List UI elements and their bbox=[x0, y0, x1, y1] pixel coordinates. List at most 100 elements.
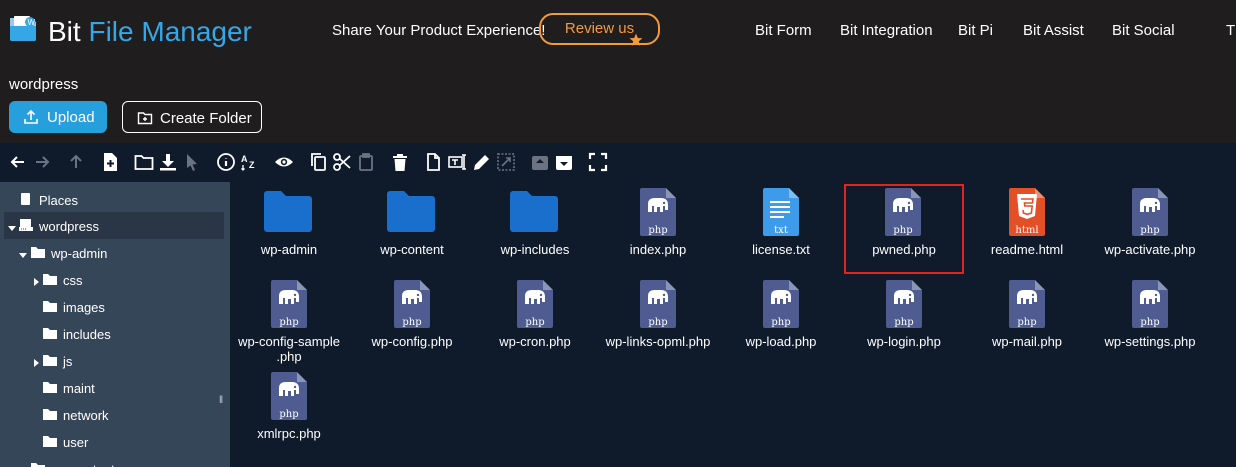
download-icon[interactable] bbox=[158, 152, 178, 172]
file-name-label: w bbox=[1213, 334, 1236, 349]
tree-item-js[interactable]: js bbox=[0, 347, 230, 374]
file-item-wp-mail-php[interactable]: php wp-mail.php bbox=[967, 276, 1087, 366]
caret-down-icon[interactable] bbox=[18, 248, 28, 258]
delete-icon[interactable] bbox=[390, 152, 410, 172]
file-item-wp-b[interactable]: phpwp-b bbox=[1213, 184, 1236, 274]
file-item-readme-html[interactable]: html readme.html bbox=[967, 184, 1087, 274]
star-icon bbox=[629, 29, 643, 46]
nav-link-bit-social[interactable]: Bit Social bbox=[1112, 22, 1175, 39]
brand-title-part2: File Manager bbox=[88, 16, 252, 47]
file-item-wp-content[interactable]: wp-content bbox=[352, 184, 472, 274]
nav-link-truncated[interactable]: Th bbox=[1226, 22, 1236, 39]
rename-icon[interactable] bbox=[448, 152, 468, 172]
file-item-wp-links-opml-php[interactable]: php wp-links-opml.php bbox=[598, 276, 718, 366]
tree-item-user[interactable]: user bbox=[0, 428, 230, 455]
back-icon[interactable] bbox=[8, 152, 28, 172]
nav-link-bit-assist[interactable]: Bit Assist bbox=[1023, 22, 1084, 39]
places-header[interactable]: Places bbox=[0, 186, 230, 213]
php-file-icon: php bbox=[763, 280, 799, 328]
review-us-button[interactable]: Review us bbox=[539, 13, 660, 46]
up-icon[interactable] bbox=[66, 152, 86, 172]
extract-icon[interactable] bbox=[530, 152, 550, 172]
duplicate-icon[interactable] bbox=[424, 152, 444, 172]
file-item-wp-settings-php[interactable]: php wp-settings.php bbox=[1090, 276, 1210, 366]
info-icon[interactable] bbox=[216, 152, 236, 172]
copy-icon[interactable] bbox=[308, 152, 328, 172]
file-name-label: wp-links-opml.php bbox=[605, 334, 711, 349]
folder-icon bbox=[42, 353, 58, 367]
tree-label-css: css bbox=[63, 273, 83, 288]
folder-icon bbox=[30, 461, 46, 467]
folder-plus-icon bbox=[137, 110, 153, 126]
tree-item-wordpress[interactable]: wordpress bbox=[4, 212, 224, 239]
nav-link-bit-integration[interactable]: Bit Integration bbox=[840, 22, 933, 39]
svg-text:php: php bbox=[279, 409, 298, 420]
php-file-icon: php bbox=[640, 188, 676, 236]
svg-text:php: php bbox=[648, 317, 667, 328]
file-item-wp-activate-php[interactable]: php wp-activate.php bbox=[1090, 184, 1210, 274]
file-name-label: wp-cron.php bbox=[499, 334, 571, 349]
resize-icon[interactable] bbox=[496, 152, 516, 172]
caret-right-icon[interactable] bbox=[31, 275, 41, 286]
file-name-label: pwned.php bbox=[872, 242, 936, 257]
file-name-label: wp-load.php bbox=[745, 334, 817, 349]
txt-file-icon: txt bbox=[763, 188, 799, 236]
file-item-license-txt[interactable]: txt license.txt bbox=[721, 184, 841, 274]
file-item-xmlrpc-php[interactable]: php xmlrpc.php bbox=[229, 368, 349, 458]
file-item-wp-config-sample-php[interactable]: php wp-config-sample .php bbox=[229, 276, 349, 366]
svg-text:W: W bbox=[28, 18, 36, 27]
folder-icon bbox=[42, 380, 58, 394]
tree-label-wp-admin: wp-admin bbox=[51, 246, 108, 261]
cut-icon[interactable] bbox=[332, 152, 352, 172]
caret-right-icon[interactable] bbox=[31, 356, 41, 367]
file-item-wp-admin[interactable]: wp-admin bbox=[229, 184, 349, 274]
file-item-wp-cron-php[interactable]: php wp-cron.php bbox=[475, 276, 595, 366]
tree-label-includes: includes bbox=[63, 327, 111, 342]
folder-icon bbox=[42, 299, 58, 313]
bookmark-icon bbox=[20, 192, 32, 206]
fullscreen-icon[interactable] bbox=[588, 152, 608, 172]
php-file-icon: php bbox=[394, 280, 430, 328]
tree-label-network: network bbox=[63, 408, 109, 423]
file-name-label: wp-b bbox=[1213, 242, 1236, 257]
file-item-wp-load-php[interactable]: php wp-load.php bbox=[721, 276, 841, 366]
tree-item-network[interactable]: network bbox=[0, 401, 230, 428]
new-file-icon[interactable] bbox=[100, 152, 120, 172]
tree-label-wordpress: wordpress bbox=[39, 219, 99, 234]
nav-link-bit-pi[interactable]: Bit Pi bbox=[958, 22, 993, 39]
file-item-wp-login-php[interactable]: php wp-login.php bbox=[844, 276, 964, 366]
file-name-label: wp-config.php bbox=[371, 334, 453, 349]
php-file-icon: php bbox=[271, 280, 307, 328]
file-item-index-php[interactable]: php index.php bbox=[598, 184, 718, 274]
sidebar-tree: Places wordpress wp-admin css images inc… bbox=[0, 182, 230, 467]
sidebar-resize-handle[interactable]: ‖ bbox=[219, 395, 225, 407]
tree-item-includes[interactable]: includes bbox=[0, 320, 230, 347]
file-item-w[interactable]: phpw bbox=[1213, 276, 1236, 366]
tree-item-maint[interactable]: maint bbox=[0, 374, 230, 401]
edit-icon[interactable] bbox=[472, 152, 492, 172]
paste-icon[interactable] bbox=[356, 152, 376, 172]
file-item-wp-includes[interactable]: wp-includes bbox=[475, 184, 595, 274]
sort-az-icon[interactable]: AZ bbox=[240, 152, 260, 172]
select-icon[interactable] bbox=[182, 152, 202, 172]
nav-link-bit-form[interactable]: Bit Form bbox=[755, 22, 812, 39]
preview-icon[interactable] bbox=[274, 152, 294, 172]
svg-text:html: html bbox=[1015, 225, 1038, 236]
tree-item-images[interactable]: images bbox=[0, 293, 230, 320]
caret-down-icon[interactable] bbox=[7, 221, 17, 231]
archive-icon[interactable] bbox=[554, 152, 574, 172]
tree-item-wp-admin[interactable]: wp-admin bbox=[0, 239, 230, 266]
places-label: Places bbox=[39, 193, 79, 208]
php-file-icon: php bbox=[886, 280, 922, 328]
upload-button[interactable]: Upload bbox=[9, 101, 107, 133]
tree-item-css[interactable]: css bbox=[0, 266, 230, 293]
file-item-wp-config-php[interactable]: php wp-config.php bbox=[352, 276, 472, 366]
create-folder-button[interactable]: Create Folder bbox=[122, 101, 262, 133]
folder-icon bbox=[387, 190, 435, 232]
folder-icon bbox=[42, 407, 58, 421]
file-item-pwned-php[interactable]: php pwned.php bbox=[844, 184, 964, 274]
folder-icon bbox=[510, 190, 558, 232]
forward-icon[interactable] bbox=[32, 152, 52, 172]
new-folder-icon[interactable] bbox=[134, 152, 154, 172]
tree-item-wp-content[interactable]: wp-content bbox=[0, 455, 230, 467]
